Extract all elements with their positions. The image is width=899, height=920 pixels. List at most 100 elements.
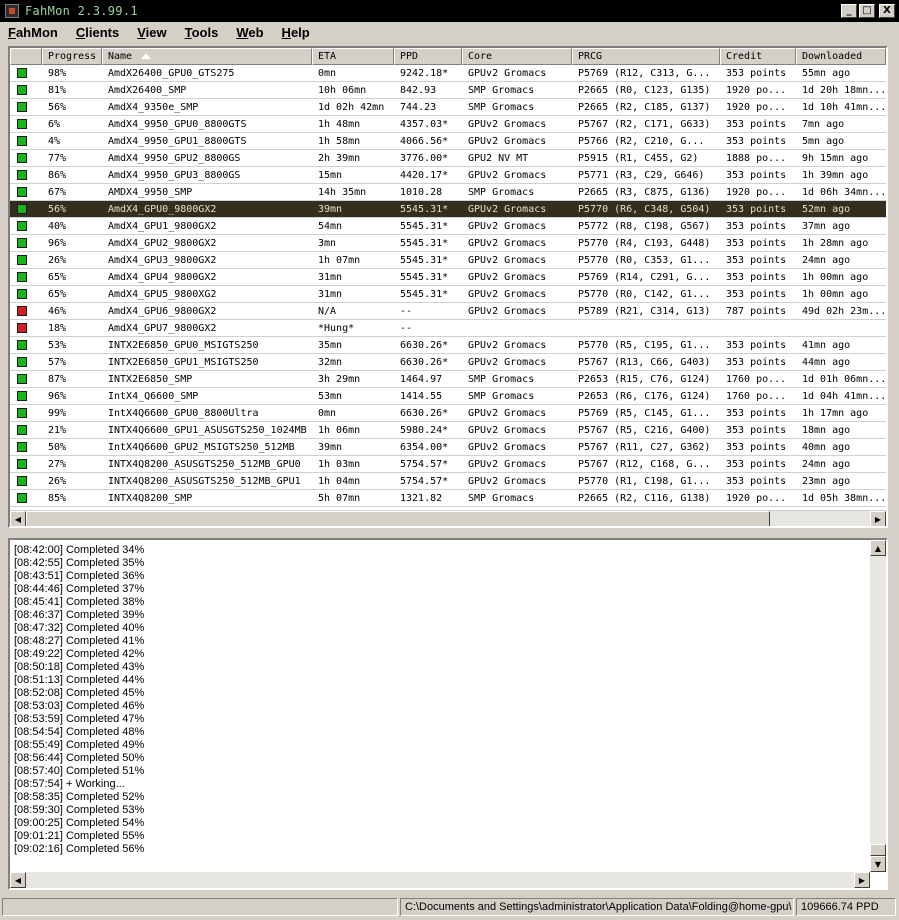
name-cell: INTX4Q6600_GPU1_ASUSGTS250_1024MB	[108, 424, 307, 436]
downloaded-cell: 52mn ago	[802, 203, 851, 215]
table-row[interactable]: 6% AmdX4_9950_GPU0_8800GTS 1h 48mn 4357.03*…	[10, 116, 886, 133]
log-vertical-scrollbar[interactable]: ▲ ▼	[870, 540, 886, 872]
table-row[interactable]: 53% INTX2E6850_GPU0_MSIGTS250 35mn 6630.26*…	[10, 337, 886, 354]
core-cell: GPUv2 Gromacs	[468, 424, 547, 436]
table-row[interactable]: 56% AmdX4_GPU0_9800GX2 39mn 5545.31* GPUv2 G…	[10, 201, 886, 218]
table-row[interactable]: 56% AmdX4_9350e_SMP 1d 02h 42mn 744.23 SMP G…	[10, 99, 886, 116]
table-row[interactable]: 77% AmdX4_9950_GPU2_8800GS 2h 39mn 3776.00*…	[10, 150, 886, 167]
prcg-cell: P5771 (R3, C29, G646)	[578, 169, 705, 181]
scroll-right-icon[interactable]: ▶	[870, 511, 886, 526]
log-horizontal-scrollbar[interactable]: ◀ ▶	[10, 872, 870, 888]
column-credit[interactable]: Credit	[720, 48, 796, 65]
eta-cell: 10h 06mn	[318, 84, 367, 96]
menu-web[interactable]: Web	[234, 25, 265, 40]
table-row[interactable]: 87% INTX2E6850_SMP 3h 29mn 1464.97 SMP Groma…	[10, 371, 886, 388]
table-row[interactable]: 50% IntX4Q6600_GPU2_MSIGTS250_512MB 39mn 63…	[10, 439, 886, 456]
table-row[interactable]: 57% INTX2E6850_GPU1_MSIGTS250 32mn 6630.26*…	[10, 354, 886, 371]
status-cell	[10, 237, 42, 249]
log-line: [08:49:22] Completed 42%	[14, 648, 145, 660]
scroll-left-icon[interactable]: ◀	[10, 511, 26, 526]
core-cell: GPUv2 Gromacs	[468, 169, 547, 181]
eta-cell: 1h 06mn	[318, 424, 361, 436]
table-row[interactable]: 96% AmdX4_GPU2_9800GX2 3mn 5545.31* GPUv2 Gr…	[10, 235, 886, 252]
close-button[interactable]: X	[879, 4, 895, 18]
log-line: [08:59:30] Completed 53%	[14, 804, 145, 816]
minimize-button[interactable]: _	[841, 4, 857, 18]
column-downloaded[interactable]: Downloaded	[796, 48, 886, 65]
table-row[interactable]: 96% IntX4_Q6600_SMP 53mn 1414.55 SMP Gromacs…	[10, 388, 886, 405]
column-ppd[interactable]: PPD	[394, 48, 462, 65]
status-ok-icon	[17, 67, 27, 78]
maximize-button[interactable]: □	[859, 4, 875, 18]
downloaded-cell: 40mn ago	[802, 441, 851, 453]
scroll-left-icon[interactable]: ◀	[10, 872, 26, 888]
downloaded-cell: 1h 17mn ago	[802, 407, 869, 419]
core-cell: GPUv2 Gromacs	[468, 441, 547, 453]
log-line: [08:51:13] Completed 44%	[14, 674, 145, 686]
table-row[interactable]: 27% INTX4Q8200_ASUSGTS250_512MB_GPU0 1h 03…	[10, 456, 886, 473]
table-row[interactable]: 4% AmdX4_9950_GPU1_8800GTS 1h 58mn 4066.56*…	[10, 133, 886, 150]
scroll-down-icon[interactable]: ▼	[870, 856, 886, 872]
progress-cell: 6%	[48, 118, 61, 130]
log-line: [08:57:40] Completed 51%	[14, 765, 145, 777]
status-ok-icon	[17, 475, 27, 486]
column-core[interactable]: Core	[462, 48, 572, 65]
column-status[interactable]	[10, 48, 42, 65]
table-row[interactable]: 81% AmdX26400_SMP 10h 06mn 842.93 SMP Gromac…	[10, 82, 886, 99]
table-row[interactable]: 85% INTX4Q8200_SMP 5h 07mn 1321.82 SMP Groma…	[10, 490, 886, 507]
credit-cell: 353 points	[726, 118, 787, 130]
log-line: [08:58:35] Completed 52%	[14, 791, 145, 803]
table-row[interactable]: 86% AmdX4_9950_GPU3_8800GS 15mn 4420.17* GPU…	[10, 167, 886, 184]
table-row[interactable]: 26% AmdX4_GPU3_9800GX2 1h 07mn 5545.31* GPUv…	[10, 252, 886, 269]
status-ok-icon	[17, 271, 27, 282]
prcg-cell: P2665 (R2, C116, G138)	[578, 492, 711, 504]
clients-horizontal-scrollbar[interactable]: ◀ ▶	[10, 510, 886, 526]
status-cell	[10, 152, 42, 164]
scroll-thumb[interactable]	[870, 844, 886, 856]
scroll-thumb[interactable]	[26, 511, 770, 526]
core-cell: GPUv2 Gromacs	[468, 407, 547, 419]
column-prcg[interactable]: PRCG	[572, 48, 720, 65]
credit-cell: 1920 po...	[726, 492, 787, 504]
status-cell	[10, 441, 42, 453]
downloaded-cell: 1d 20h 18mn...	[802, 84, 886, 96]
eta-cell: *Hung*	[318, 322, 355, 334]
table-row[interactable]: 18% AmdX4_GPU7_9800GX2 *Hung* --	[10, 320, 886, 337]
log-line: [08:45:41] Completed 38%	[14, 596, 145, 608]
table-row[interactable]: 26% INTX4Q8200_ASUSGTS250_512MB_GPU1 1h 04…	[10, 473, 886, 490]
name-cell: IntX4_Q6600_SMP	[108, 390, 199, 402]
progress-cell: 26%	[48, 475, 67, 487]
scroll-right-icon[interactable]: ▶	[854, 872, 870, 888]
table-row[interactable]: 99% IntX4Q6600_GPU0_8800Ultra 0mn 6630.26* G…	[10, 405, 886, 422]
ppd-cell: 5545.31*	[400, 254, 449, 266]
menu-fahmon[interactable]: FahMon	[6, 25, 60, 40]
menu-help[interactable]: Help	[280, 25, 312, 40]
table-row[interactable]: 40% AmdX4_GPU1_9800GX2 54mn 5545.31* GPUv2 G…	[10, 218, 886, 235]
menu-view[interactable]: View	[135, 25, 168, 40]
client-rows: 98% AmdX26400_GPU0_GTS275 0mn 9242.18* GPUv2…	[10, 65, 886, 507]
core-cell: SMP Gromacs	[468, 390, 535, 402]
progress-cell: 81%	[48, 84, 67, 96]
column-eta[interactable]: ETA	[312, 48, 394, 65]
credit-cell: 353 points	[726, 475, 787, 487]
ppd-cell: 744.23	[400, 101, 437, 113]
progress-cell: 85%	[48, 492, 67, 504]
status-cell	[10, 118, 42, 130]
table-row[interactable]: 67% AMDX4_9950_SMP 14h 35mn 1010.28 SMP Grom…	[10, 184, 886, 201]
downloaded-cell: 37mn ago	[802, 220, 851, 232]
column-progress[interactable]: Progress	[42, 48, 102, 65]
status-ok-icon	[17, 254, 27, 265]
progress-cell: 56%	[48, 101, 67, 113]
table-row[interactable]: 21% INTX4Q6600_GPU1_ASUSGTS250_1024MB 1h 0…	[10, 422, 886, 439]
status-ok-icon	[17, 356, 27, 367]
core-cell: GPUv2 Gromacs	[468, 118, 547, 130]
name-cell: INTX4Q8200_ASUSGTS250_512MB_GPU1	[108, 475, 301, 487]
scroll-up-icon[interactable]: ▲	[870, 540, 886, 556]
table-row[interactable]: 46% AmdX4_GPU6_9800GX2 N/A -- GPUv2 Gromacs P…	[10, 303, 886, 320]
table-row[interactable]: 65% AmdX4_GPU4_9800GX2 31mn 5545.31* GPUv2 G…	[10, 269, 886, 286]
table-row[interactable]: 65% AmdX4_GPU5_9800XG2 31mn 5545.31* GPUv2 G…	[10, 286, 886, 303]
column-name[interactable]: Name	[102, 48, 312, 65]
menu-tools[interactable]: Tools	[183, 25, 221, 40]
menu-clients[interactable]: Clients	[74, 25, 121, 40]
table-row[interactable]: 98% AmdX26400_GPU0_GTS275 0mn 9242.18* GPUv2…	[10, 65, 886, 82]
